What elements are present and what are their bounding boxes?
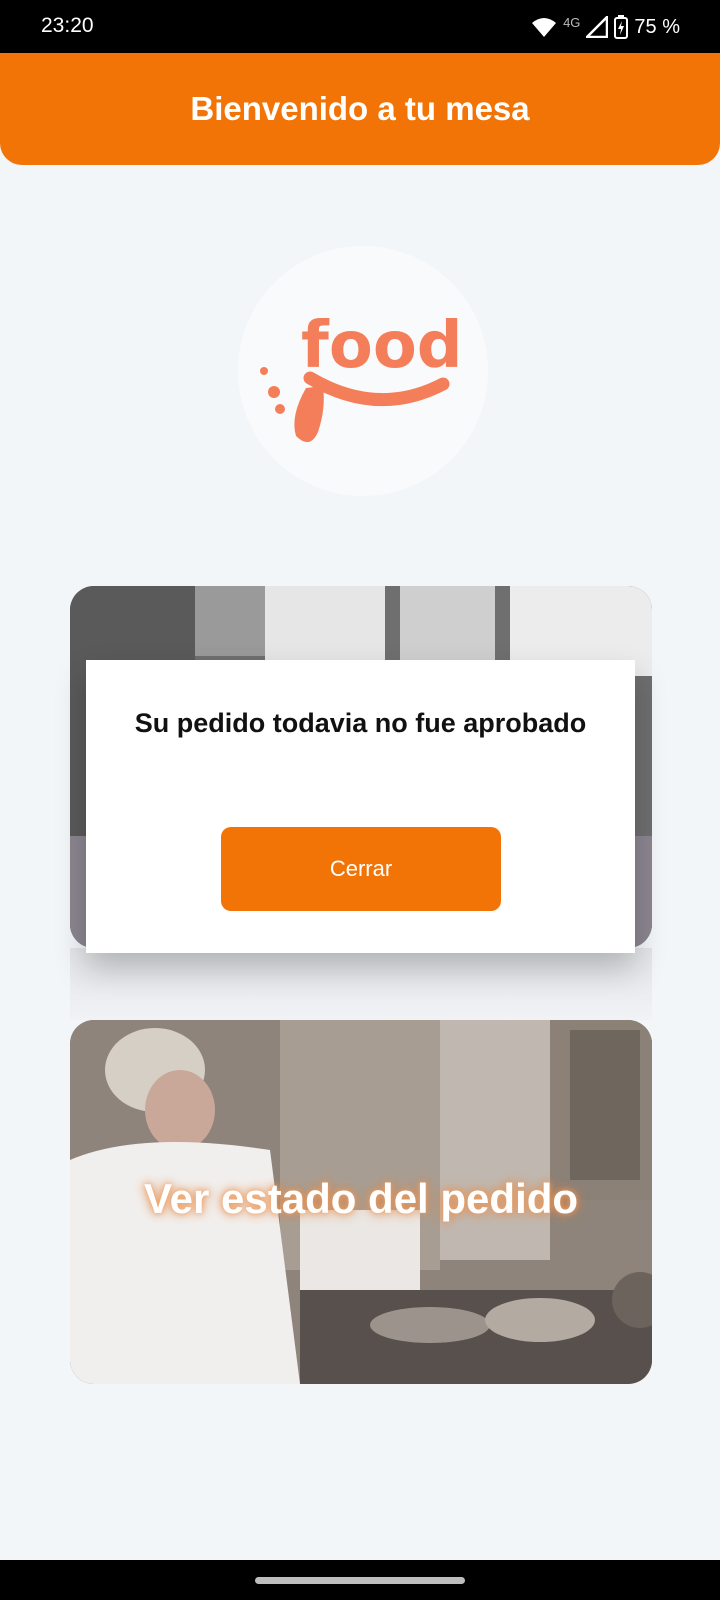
status-bar: 23:20 4G 75 % xyxy=(0,0,720,53)
wifi-icon xyxy=(532,18,557,37)
order-status-card[interactable]: Ver estado del pedido xyxy=(70,1020,652,1384)
close-button[interactable]: Cerrar xyxy=(221,827,501,911)
dialog-message: Su pedido todavia no fue aprobado xyxy=(134,708,587,738)
app-logo: food xyxy=(238,246,488,496)
battery-level: 75 % xyxy=(634,15,680,38)
dialog-shadow xyxy=(70,948,652,1020)
navigation-bar xyxy=(0,1560,720,1600)
page-title: Bienvenido a tu mesa xyxy=(190,90,530,127)
svg-text:food: food xyxy=(301,309,463,383)
battery-charging-icon xyxy=(614,15,629,39)
order-dialog: Su pedido todavia no fue aprobado Cerrar xyxy=(86,660,635,953)
card-title: Ver estado del pedido xyxy=(143,1175,579,1222)
network-type: 4G xyxy=(563,14,581,30)
status-icons: 4G 75 % xyxy=(531,12,680,42)
status-time: 23:20 xyxy=(41,14,94,37)
home-gesture-handle[interactable] xyxy=(255,1577,465,1584)
app-header: Bienvenido a tu mesa xyxy=(0,53,720,165)
food-logo-icon: food xyxy=(260,309,463,443)
signal-icon xyxy=(586,16,609,38)
